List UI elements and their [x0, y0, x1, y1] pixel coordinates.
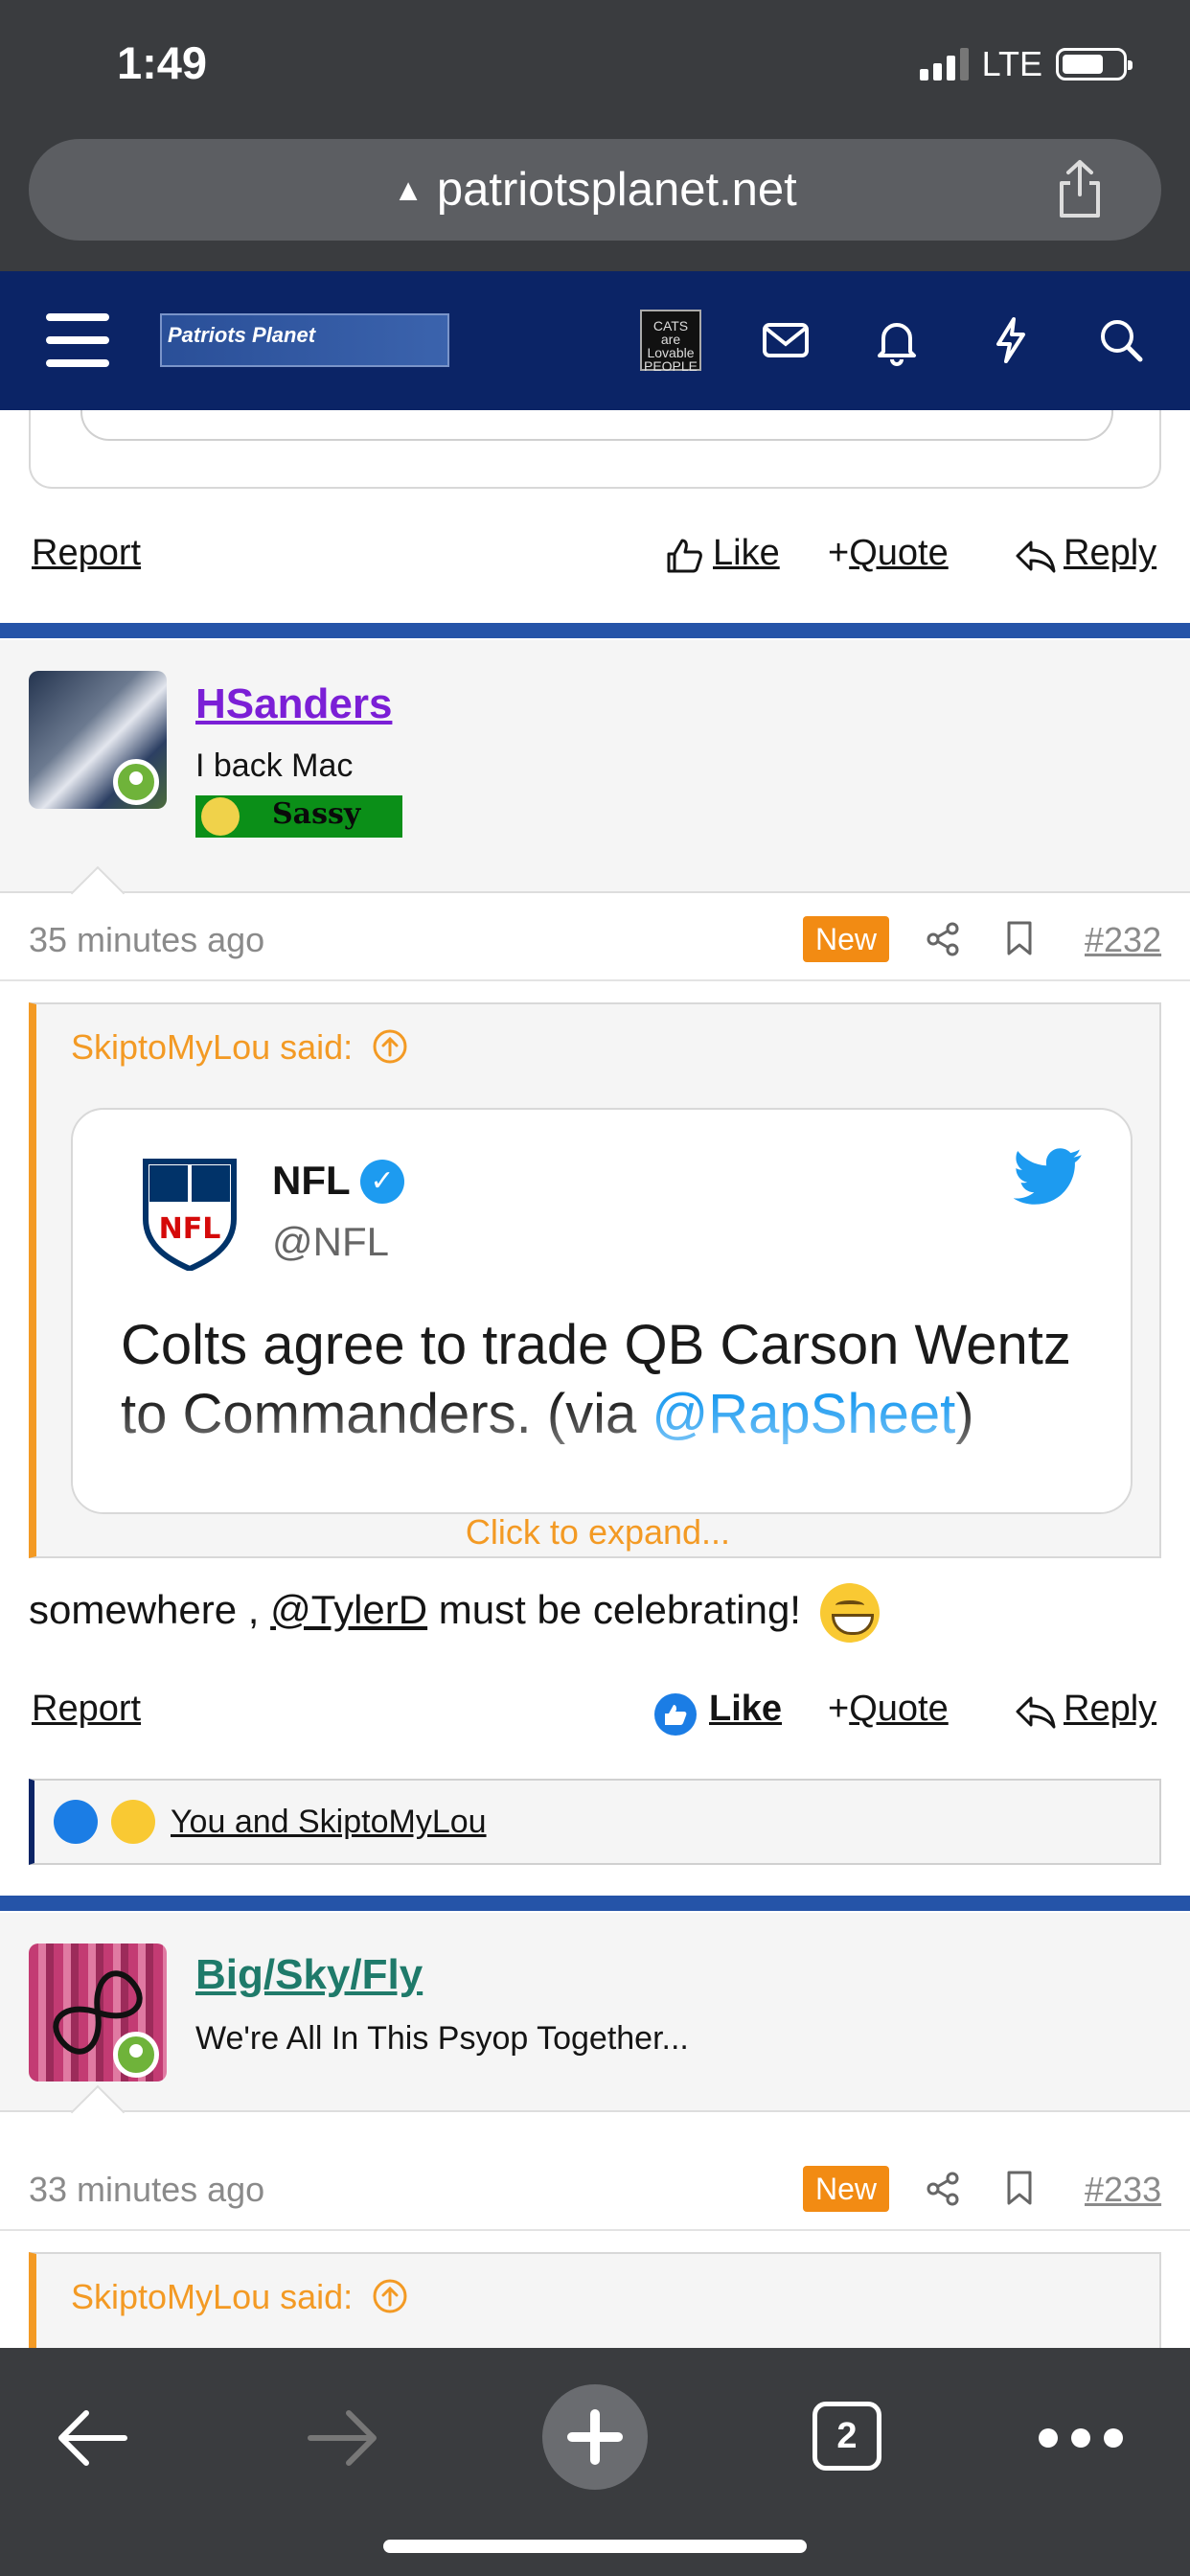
signal-icon [919, 48, 969, 80]
liked-icon [654, 1693, 697, 1736]
back-arrow-icon[interactable] [56, 2407, 128, 2469]
post-body: somewhere , @TylerD must be celebrating! [29, 1583, 880, 1643]
svg-text:NFL: NFL [159, 1212, 221, 1246]
arrow-up-circle-icon[interactable] [372, 2278, 408, 2314]
reactions-bar[interactable]: You and SkiptoMyLou [29, 1779, 1161, 1865]
banner-text: Sassy [272, 797, 361, 831]
like-button[interactable]: Like [713, 533, 780, 574]
post-actions: Report Like +Quote Reply [0, 1689, 1190, 1746]
previous-post-card [29, 410, 1161, 489]
reply-button[interactable]: Reply [1064, 533, 1156, 574]
tweet-handle: @NFL [272, 1219, 389, 1264]
smiley-icon [201, 797, 240, 836]
grin-emoji-icon [819, 1583, 880, 1643]
url-bar[interactable]: ▲ patriotsplanet.net [29, 139, 1161, 241]
battery-icon [1056, 48, 1133, 80]
post-time[interactable]: 33 minutes ago [29, 2170, 264, 2210]
reply-icon [1016, 540, 1056, 573]
share-icon[interactable] [926, 922, 960, 956]
new-tab-button[interactable] [542, 2384, 648, 2490]
user-mention-link[interactable]: @TylerD [270, 1587, 427, 1632]
tab-switcher-button[interactable]: 2 [812, 2402, 881, 2471]
status-indicators: LTE [919, 44, 1133, 84]
twitter-bird-icon[interactable] [1014, 1148, 1083, 1206]
bookmark-icon[interactable] [1004, 2170, 1035, 2206]
menu-icon[interactable] [46, 313, 109, 367]
post-author-block: HSanders I back Mac Sassy [0, 640, 1190, 921]
logo-text: Patriots Planet [168, 323, 316, 347]
click-to-expand[interactable]: Click to expand... [36, 1512, 1159, 1552]
quote-label: Quote [849, 1689, 949, 1729]
user-title: We're All In This Psyop Together... [195, 2020, 689, 2057]
user-banner: Sassy [195, 795, 402, 838]
home-indicator[interactable] [383, 2540, 807, 2553]
plus-icon: + [828, 1689, 850, 1729]
post-divider [0, 1896, 1190, 1911]
laugh-reaction-icon [111, 1800, 155, 1844]
quote-author[interactable]: SkiptoMyLou said: [71, 1027, 408, 1068]
quote-block: SkiptoMyLou said: [29, 2252, 1161, 2348]
share-icon[interactable] [1056, 158, 1104, 219]
post-meta: 33 minutes ago New #233 [0, 2145, 1190, 2231]
account-avatar[interactable]: CATS are Lovable PEOPLE [640, 310, 701, 373]
report-link[interactable]: Report [32, 1689, 141, 1730]
plus-icon: + [828, 533, 850, 573]
user-title: I back Mac [195, 748, 354, 784]
bell-icon[interactable] [870, 313, 924, 367]
search-icon[interactable] [1094, 313, 1148, 367]
post-text-end: must be celebrating! [427, 1587, 801, 1633]
username[interactable]: Big/Sky/Fly [195, 1951, 423, 1999]
report-link[interactable]: Report [32, 533, 141, 574]
new-badge: New [803, 916, 889, 962]
quote-author-text: SkiptoMyLou said: [71, 2277, 354, 2316]
quote-button[interactable]: +Quote [828, 1689, 949, 1730]
online-status-icon [113, 2032, 159, 2078]
reactions-list[interactable]: You and SkiptoMyLou [171, 1804, 487, 1841]
quote-button[interactable]: +Quote [828, 533, 949, 574]
post-number[interactable]: #233 [1085, 2170, 1161, 2210]
browser-toolbar: 2 [0, 2348, 1190, 2576]
thumbs-up-icon [667, 539, 702, 573]
inbox-icon[interactable] [759, 313, 812, 367]
bookmark-icon[interactable] [1004, 920, 1035, 956]
tweet-author-name: NFL [272, 1158, 351, 1203]
share-icon[interactable] [926, 2172, 960, 2206]
quote-label: Quote [849, 533, 949, 573]
new-badge: New [803, 2166, 889, 2212]
site-logo[interactable]: Patriots Planet [160, 313, 449, 367]
like-button[interactable]: Like [709, 1689, 782, 1730]
post-divider [0, 623, 1190, 638]
quote-author-text: SkiptoMyLou said: [71, 1027, 354, 1067]
tweet-fade [73, 1397, 1131, 1512]
post-time[interactable]: 35 minutes ago [29, 920, 264, 960]
nfl-logo-icon: NFL [143, 1159, 237, 1271]
like-reaction-icon [54, 1800, 98, 1844]
author-arrow [70, 2084, 126, 2140]
verified-icon: ✓ [360, 1160, 404, 1204]
browser-chrome-top: 1:49 LTE ▲ patriotsplanet.net [0, 0, 1190, 271]
online-status-icon [113, 759, 159, 805]
post-author-block: Big/Sky/Fly We're All In This Psyop Toge… [0, 1913, 1190, 2140]
more-menu-icon[interactable] [1039, 2428, 1123, 2448]
post-meta: 35 minutes ago New #232 [0, 895, 1190, 981]
username[interactable]: HSanders [195, 680, 392, 728]
network-label: LTE [981, 44, 1042, 83]
forward-arrow-icon[interactable] [307, 2407, 379, 2469]
quote-block: SkiptoMyLou said: NFL NFL ✓ @NFL Colts a… [29, 1002, 1161, 1558]
post-text-start: somewhere , [29, 1587, 271, 1633]
reply-icon [1016, 1696, 1056, 1729]
url-text: patriotsplanet.net [436, 164, 797, 216]
post-actions: Report Like +Quote Reply [0, 533, 1190, 590]
status-time: 1:49 [117, 37, 208, 88]
warning-icon: ▲ [393, 172, 423, 207]
embedded-tweet[interactable]: NFL NFL ✓ @NFL Colts agree to trade QB C… [71, 1108, 1133, 1514]
forum-header: Patriots Planet CATS are Lovable PEOPLE [0, 271, 1190, 410]
reply-button[interactable]: Reply [1064, 1689, 1156, 1730]
quote-author[interactable]: SkiptoMyLou said: [71, 2277, 408, 2317]
post-number[interactable]: #232 [1085, 920, 1161, 960]
arrow-up-circle-icon[interactable] [372, 1028, 408, 1065]
lightning-icon[interactable] [983, 313, 1037, 367]
